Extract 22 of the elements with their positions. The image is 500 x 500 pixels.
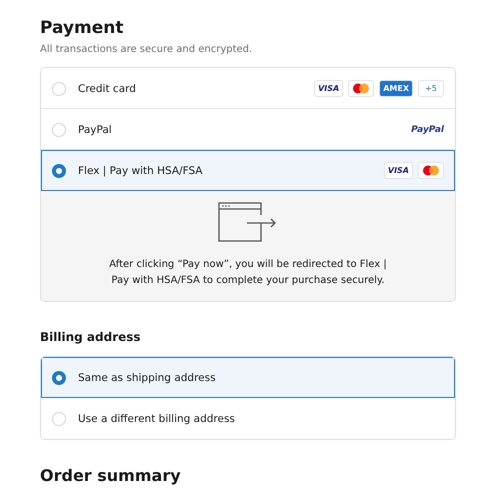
mastercard-icon (348, 80, 374, 97)
security-note: All transactions are secure and encrypted. (40, 44, 254, 55)
redirect-note: After clicking “Pay now”, you will be redirected to Flex | Pay with HSA/FSA to complete your purchase securely. (108, 258, 388, 288)
option-label: Credit card (78, 82, 137, 94)
more-cards-badge: +5 (418, 80, 444, 97)
option-label: Use a different billing address (78, 412, 236, 424)
option-label: Flex | Pay with HSA/FSA (78, 164, 204, 176)
payment-option[interactable]: Credit card VISA AMEX +5 (41, 68, 455, 109)
paypal-logo: PayPal (411, 124, 444, 134)
card-logo: AMEX (379, 80, 413, 97)
radio-button[interactable] (52, 164, 66, 178)
billing-option[interactable]: Same as shipping address (41, 357, 455, 398)
radio-button[interactable] (52, 370, 66, 384)
card-logo: VISA (384, 162, 413, 179)
section-title: Payment (40, 17, 125, 40)
option-label: PayPal (78, 124, 113, 136)
section-title: Billing address (40, 330, 142, 344)
section-title: Order summary (40, 466, 182, 485)
card-logo: VISA (314, 80, 344, 97)
mastercard-icon (418, 162, 444, 179)
option-label: Same as shipping address (78, 372, 217, 384)
payment-option[interactable]: Flex | Pay with HSA/FSA VISA (41, 150, 455, 191)
